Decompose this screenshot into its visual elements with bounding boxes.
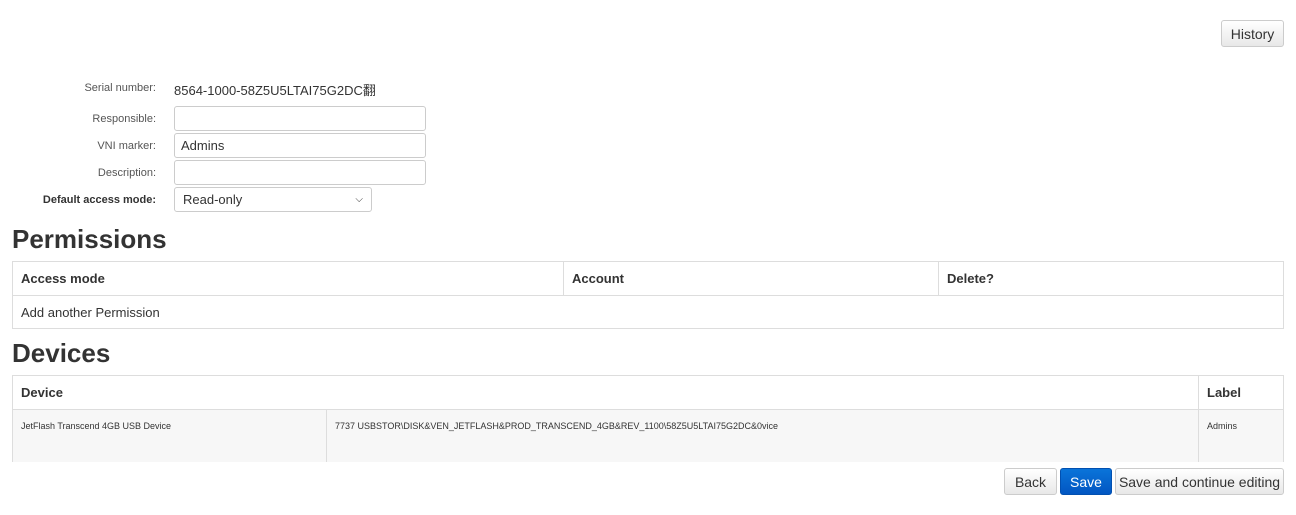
default-access-mode-label: Default access mode: — [42, 194, 156, 206]
vni-marker-label: VNI marker: — [97, 140, 156, 152]
permissions-heading: Permissions — [12, 224, 167, 254]
serial-label: Serial number: — [84, 82, 156, 94]
back-button[interactable]: Back — [1004, 468, 1057, 495]
devices-table: Device Label JetFlash Transcend 4GB USB … — [12, 375, 1284, 462]
save-button[interactable]: Save — [1060, 468, 1112, 495]
device-name: JetFlash Transcend 4GB USB Device — [12, 409, 327, 462]
responsible-input[interactable] — [174, 106, 426, 131]
history-button[interactable]: History — [1221, 20, 1284, 47]
device-id: 7737 USBSTOR\DISK&VEN_JETFLASH&PROD_TRAN… — [326, 409, 1199, 462]
permissions-table: Access mode Account Delete? Add another … — [12, 261, 1284, 329]
chevron-down-icon: ⌵ — [355, 194, 363, 205]
col-label: Label — [1198, 375, 1284, 410]
device-label: Admins — [1198, 409, 1284, 462]
table-row: JetFlash Transcend 4GB USB Device 7737 U… — [12, 409, 1284, 462]
col-account: Account — [563, 261, 939, 296]
col-access-mode: Access mode — [12, 261, 564, 296]
serial-value: 8564-1000-58Z5U5LTAI75G2DC翻 — [174, 83, 376, 98]
description-input[interactable] — [174, 160, 426, 185]
vni-marker-input[interactable] — [174, 133, 426, 158]
description-label: Description: — [97, 167, 156, 179]
save-and-continue-button[interactable]: Save and continue editing — [1115, 468, 1284, 495]
col-device: Device — [12, 375, 1199, 410]
col-delete: Delete? — [938, 261, 1284, 296]
default-access-mode-select[interactable]: Read-only ⌵ — [174, 187, 372, 212]
responsible-label: Responsible: — [92, 113, 156, 125]
devices-heading: Devices — [12, 338, 111, 368]
add-permission-link[interactable]: Add another Permission — [12, 295, 1284, 329]
access-mode-value: Read-only — [183, 192, 243, 207]
